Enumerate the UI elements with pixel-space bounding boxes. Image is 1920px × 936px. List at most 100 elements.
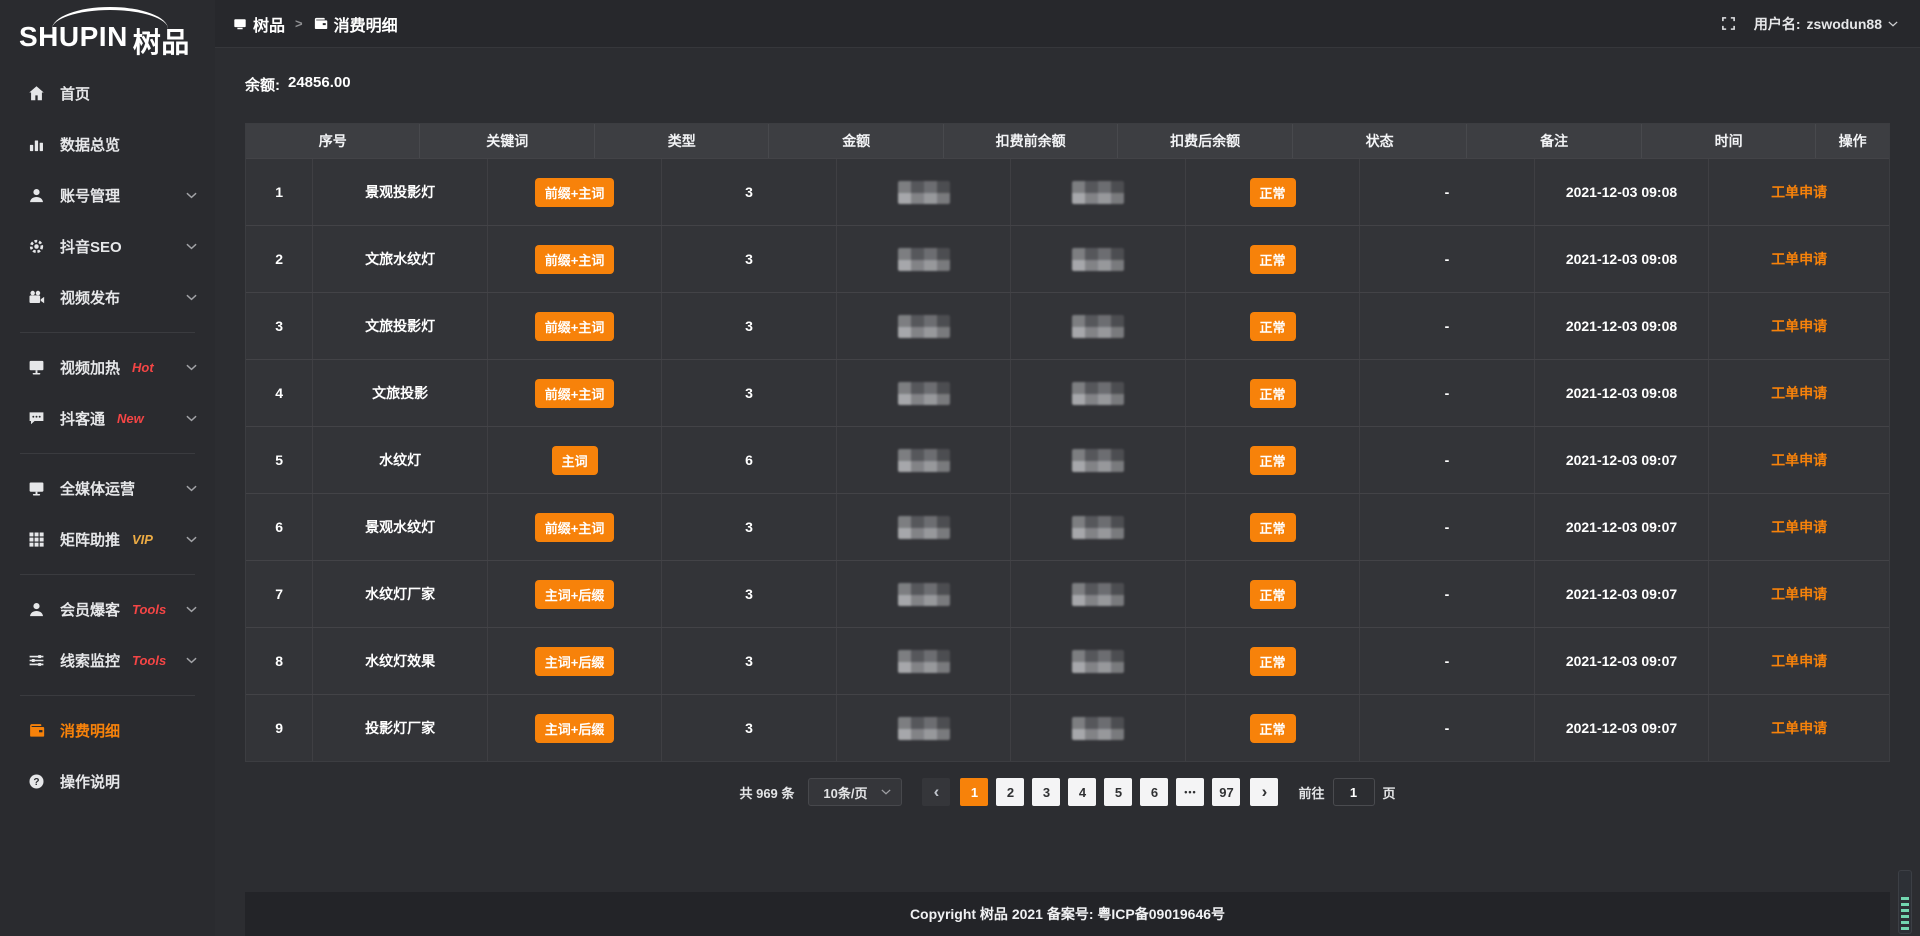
cell-balance-before bbox=[837, 360, 1011, 426]
sidebar-item-data-overview[interactable]: 数据总览 bbox=[0, 119, 215, 170]
cell-amount: 6 bbox=[662, 427, 836, 493]
type-badge: 前缀+主词 bbox=[535, 245, 615, 274]
sidebar-item-all-media-operation[interactable]: 全媒体运营 bbox=[0, 463, 215, 514]
logo-cn: 树品 bbox=[133, 21, 190, 61]
cell-index: 4 bbox=[246, 360, 313, 426]
ticket-apply-link[interactable]: 工单申请 bbox=[1771, 517, 1827, 537]
redacted-balance-before bbox=[898, 382, 950, 405]
cell-remark: - bbox=[1360, 293, 1534, 359]
sidebar-item-video-publish[interactable]: 视频发布 bbox=[0, 272, 215, 323]
sliders-icon bbox=[27, 652, 45, 670]
sidebar-item-matrix-boost[interactable]: 矩阵助推 VIP bbox=[0, 514, 215, 565]
cell-amount: 3 bbox=[662, 360, 836, 426]
tools-tag: Tools bbox=[132, 602, 166, 617]
column-header: 备注 bbox=[1467, 124, 1641, 158]
breadcrumb-current[interactable]: 消费明细 bbox=[313, 12, 398, 36]
cell-time: 2021-12-03 09:08 bbox=[1535, 226, 1709, 292]
sidebar-divider bbox=[20, 332, 195, 333]
sidebar-item-lead-monitor[interactable]: 线索监控 Tools bbox=[0, 635, 215, 686]
sidebar-divider bbox=[20, 453, 195, 454]
hot-tag: Hot bbox=[132, 360, 154, 375]
app-logo[interactable]: SHUPIN 树品 bbox=[0, 0, 215, 60]
cell-action: 工单申请 bbox=[1709, 494, 1889, 560]
sidebar-item-label: 视频加热 bbox=[60, 357, 120, 378]
bar-chart-icon bbox=[27, 136, 45, 154]
ticket-apply-link[interactable]: 工单申请 bbox=[1771, 718, 1827, 738]
cell-time: 2021-12-03 09:07 bbox=[1535, 695, 1709, 761]
ticket-apply-link[interactable]: 工单申请 bbox=[1771, 651, 1827, 671]
cell-balance-before bbox=[837, 226, 1011, 292]
sidebar-item-home[interactable]: 首页 bbox=[0, 68, 215, 119]
sidebar-item-member-baoke[interactable]: 会员爆客 Tools bbox=[0, 584, 215, 635]
cell-keyword: 文旅投影灯 bbox=[313, 293, 487, 359]
column-header: 序号 bbox=[246, 124, 420, 158]
sidebar-item-account-management[interactable]: 账号管理 bbox=[0, 170, 215, 221]
sidebar-item-label: 数据总览 bbox=[60, 134, 120, 155]
cell-balance-before bbox=[837, 293, 1011, 359]
cell-remark: - bbox=[1360, 695, 1534, 761]
page-button[interactable]: 5 bbox=[1104, 778, 1132, 806]
next-page-button[interactable]: › bbox=[1250, 778, 1278, 806]
redacted-balance-after bbox=[1072, 583, 1124, 606]
chevron-down-icon bbox=[186, 294, 197, 301]
prev-page-button[interactable]: ‹ bbox=[922, 778, 950, 806]
table-header-row: 序号 关键词 类型 金额 扣费前余额 扣费后余额 状态 备注 时间 bbox=[246, 124, 1889, 158]
video-camera-icon bbox=[27, 289, 45, 307]
ticket-apply-link[interactable]: 工单申请 bbox=[1771, 584, 1827, 604]
balance-line: 余额: 24856.00 bbox=[245, 74, 1890, 95]
sidebar-item-consumption-detail[interactable]: 消费明细 bbox=[0, 705, 215, 756]
page-button[interactable]: 2 bbox=[996, 778, 1024, 806]
status-badge: 正常 bbox=[1250, 178, 1296, 207]
footer: Copyright 树品 2021 备案号: 粤ICP备09019646号 bbox=[245, 892, 1890, 936]
goto-page-input[interactable] bbox=[1333, 778, 1375, 806]
table-row: 4 文旅投影 前缀+主词 3 正常 - 2021-12-03 09:08 工单申… bbox=[246, 359, 1889, 426]
cell-balance-after bbox=[1011, 293, 1185, 359]
column-header: 状态 bbox=[1293, 124, 1467, 158]
status-badge: 正常 bbox=[1250, 714, 1296, 743]
ticket-apply-link[interactable]: 工单申请 bbox=[1771, 316, 1827, 336]
cell-index: 9 bbox=[246, 695, 313, 761]
ticket-apply-link[interactable]: 工单申请 bbox=[1771, 383, 1827, 403]
column-header: 操作 bbox=[1816, 124, 1889, 158]
cell-balance-after bbox=[1011, 360, 1185, 426]
sidebar-menu: 首页 数据总览 账号管理 抖音SEO 视频发布 bbox=[0, 60, 215, 807]
sidebar-item-douyin-seo[interactable]: 抖音SEO bbox=[0, 221, 215, 272]
breadcrumb-root[interactable]: 树品 bbox=[233, 12, 285, 36]
cell-balance-after bbox=[1011, 226, 1185, 292]
page-button[interactable]: 97 bbox=[1212, 778, 1240, 806]
user-menu[interactable]: 用户名: zswodun88 bbox=[1754, 14, 1898, 34]
page-button[interactable]: 3 bbox=[1032, 778, 1060, 806]
cell-status: 正常 bbox=[1186, 695, 1360, 761]
ticket-apply-link[interactable]: 工单申请 bbox=[1771, 182, 1827, 202]
sidebar-item-video-heat[interactable]: 视频加热 Hot bbox=[0, 342, 215, 393]
redacted-balance-after bbox=[1072, 516, 1124, 539]
redacted-balance-after bbox=[1072, 650, 1124, 673]
cell-remark: - bbox=[1360, 628, 1534, 694]
consumption-table: 序号 关键词 类型 金额 扣费前余额 扣费后余额 状态 备注 时间 bbox=[245, 123, 1890, 762]
redacted-balance-after bbox=[1072, 248, 1124, 271]
browser-extension-widget bbox=[1898, 870, 1912, 934]
cell-index: 6 bbox=[246, 494, 313, 560]
page-size-select[interactable]: 10条/页 bbox=[808, 778, 902, 806]
user-icon bbox=[27, 187, 45, 205]
cell-keyword: 水纹灯效果 bbox=[313, 628, 487, 694]
table-row: 9 投影灯厂家 主词+后缀 3 正常 - 2021-12-03 09:07 工单… bbox=[246, 694, 1889, 761]
table-row: 2 文旅水纹灯 前缀+主词 3 正常 - 2021-12-03 09:08 工单… bbox=[246, 225, 1889, 292]
page-button[interactable]: 4 bbox=[1068, 778, 1096, 806]
sidebar-item-instructions[interactable]: ? 操作说明 bbox=[0, 756, 215, 807]
type-badge: 主词+后缀 bbox=[535, 647, 615, 676]
page-button[interactable]: 6 bbox=[1140, 778, 1168, 806]
ticket-apply-link[interactable]: 工单申请 bbox=[1771, 249, 1827, 269]
sidebar-item-douketong[interactable]: 抖客通 New bbox=[0, 393, 215, 444]
new-tag: New bbox=[117, 411, 144, 426]
page-button[interactable]: 1 bbox=[960, 778, 988, 806]
cell-action: 工单申请 bbox=[1709, 628, 1889, 694]
ticket-apply-link[interactable]: 工单申请 bbox=[1771, 450, 1827, 470]
redacted-balance-before bbox=[898, 181, 950, 204]
cell-balance-before bbox=[837, 695, 1011, 761]
cell-amount: 3 bbox=[662, 293, 836, 359]
page-button[interactable]: ••• bbox=[1176, 778, 1204, 806]
home-icon bbox=[27, 85, 45, 103]
fullscreen-icon[interactable] bbox=[1721, 16, 1736, 31]
table-row: 8 水纹灯效果 主词+后缀 3 正常 - 2021-12-03 09:07 工单… bbox=[246, 627, 1889, 694]
